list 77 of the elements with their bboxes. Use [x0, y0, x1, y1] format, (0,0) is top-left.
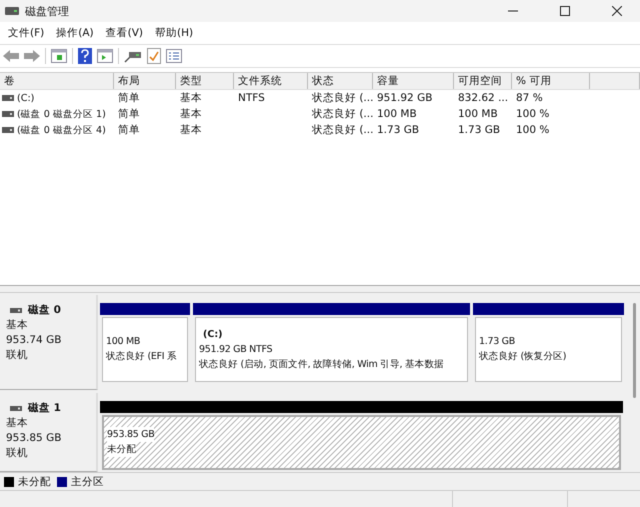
column-header[interactable]: 类型 — [176, 73, 234, 89]
partition-size: 953.85 GB — [107, 427, 154, 442]
partition-block[interactable]: 953.85 GB 未分配 — [100, 400, 623, 472]
help-icon[interactable] — [78, 48, 92, 64]
drive-icon — [2, 127, 14, 133]
disk-info-panel[interactable]: 磁盘 1 基本 953.85 GB 联机 — [0, 392, 98, 472]
menu-item[interactable]: 查看(V) — [100, 26, 150, 40]
table-cell: (C:) — [17, 92, 34, 104]
connect-icon[interactable] — [124, 49, 142, 63]
table-cell: 基本 — [180, 124, 202, 136]
table-cell: 基本 — [180, 92, 202, 104]
table-cell: 1.73 GB — [458, 124, 500, 136]
partition-size: 100 MB — [106, 335, 140, 350]
legend-label: 未分配 — [18, 474, 51, 488]
close-icon[interactable] — [612, 6, 622, 16]
maximize-icon[interactable] — [560, 6, 570, 16]
partition-status: 未分配 — [107, 442, 136, 458]
column-header[interactable]: % 可用 — [512, 73, 590, 89]
table-cell: 832.62 ... — [458, 92, 508, 104]
disk-name: 磁盘 1 — [28, 400, 61, 416]
column-header[interactable]: 可用空间 — [454, 73, 512, 89]
forward-arrow-icon[interactable] — [24, 50, 40, 62]
table-cell: 简单 — [118, 108, 140, 120]
drive-icon — [2, 111, 14, 117]
disk-drive-icon — [5, 6, 19, 16]
menu-item[interactable]: 文件(F) — [2, 26, 50, 40]
table-cell: 87 % — [516, 92, 543, 104]
disk-type: 基本 — [6, 416, 29, 431]
partition-status: 状态良好 (启动, 页面文件, 故障转储, Wim 引导, 基本数据 — [199, 358, 444, 372]
table-cell: 100 MB — [458, 108, 498, 120]
table-cell: 100 % — [516, 124, 550, 136]
column-header[interactable]: 文件系统 — [234, 73, 308, 89]
table-cell: (磁盘 0 磁盘分区 1) — [17, 108, 106, 120]
action-pane-icon[interactable] — [97, 49, 113, 63]
menu-item[interactable]: 帮助(H) — [149, 26, 200, 40]
table-cell: 状态良好 (... — [312, 92, 374, 104]
table-cell: 状态良好 (... — [312, 108, 374, 120]
disk-status: 联机 — [6, 446, 29, 461]
column-header[interactable]: 状态 — [308, 73, 373, 89]
window-title: 磁盘管理 — [25, 4, 69, 18]
disk-type: 基本 — [6, 318, 29, 333]
disk-size: 953.74 GB — [6, 333, 62, 348]
table-cell: 基本 — [180, 108, 202, 120]
properties-icon[interactable] — [166, 49, 182, 63]
partition-status: 状态良好 (EFI 系 — [106, 350, 177, 364]
drive-icon — [10, 308, 22, 313]
partition-block[interactable]: 1.73 GB 状态良好 (恢复分区) — [473, 303, 624, 384]
column-header[interactable]: 容量 — [373, 73, 454, 89]
disk-status: 联机 — [6, 348, 29, 363]
partition-size: 951.92 GB NTFS — [199, 342, 272, 357]
table-cell: 简单 — [118, 124, 140, 136]
drive-icon — [2, 95, 14, 101]
checklist-icon[interactable] — [147, 48, 161, 64]
legend-label: 主分区 — [71, 474, 104, 488]
partition-block[interactable]: (C:) 951.92 GB NTFS 状态良好 (启动, 页面文件, 故障转储, Wim 引导, 基本数据 — [193, 303, 470, 384]
partition-status: 状态良好 (恢复分区) — [479, 350, 566, 364]
drive-icon — [10, 406, 22, 411]
table-cell: 100 % — [516, 108, 550, 120]
back-arrow-icon[interactable] — [3, 50, 19, 62]
column-header[interactable]: 卷 — [0, 73, 114, 89]
partition-size: 1.73 GB — [479, 335, 515, 350]
partition-block[interactable]: 100 MB 状态良好 (EFI 系 — [100, 303, 190, 384]
column-header[interactable]: 布局 — [114, 73, 176, 89]
splitter-bar[interactable] — [0, 285, 640, 293]
table-cell: 951.92 GB — [377, 92, 432, 104]
disk-size: 953.85 GB — [6, 430, 62, 446]
table-cell: 状态良好 (... — [312, 124, 374, 136]
partition-label: (C:) — [202, 328, 224, 342]
table-cell: 100 MB — [377, 108, 417, 120]
console-tree-icon[interactable] — [51, 49, 67, 63]
disk-name: 磁盘 0 — [28, 303, 61, 318]
table-cell: 简单 — [118, 92, 140, 104]
table-cell: (磁盘 0 磁盘分区 4) — [17, 124, 106, 136]
menu-item[interactable]: 操作(A) — [50, 26, 100, 40]
table-cell: 1.73 GB — [377, 124, 420, 136]
table-cell: NTFS — [238, 92, 265, 104]
disk-info-panel[interactable]: 磁盘 0 基本 953.74 GB 联机 — [0, 295, 98, 390]
